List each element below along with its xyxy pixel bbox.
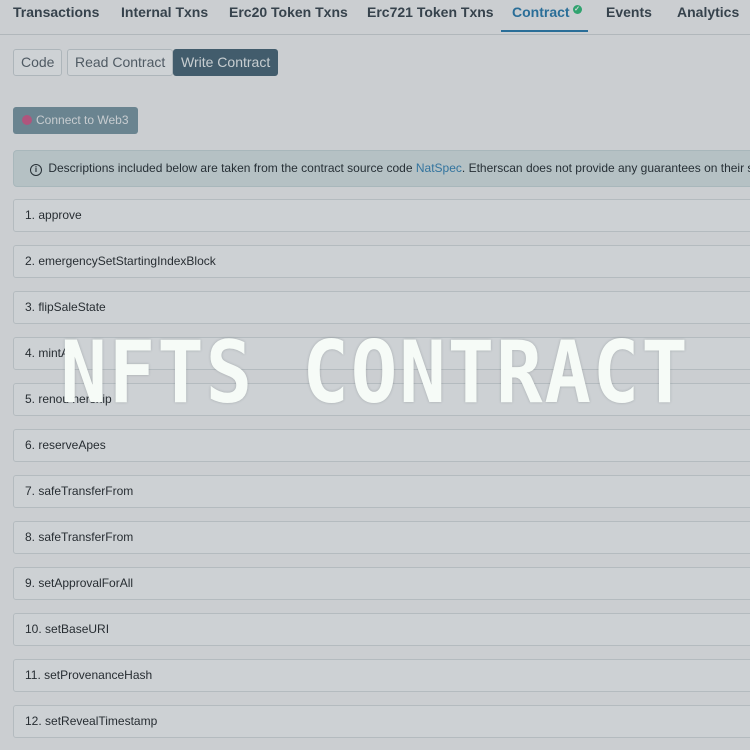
function-row-set-base-uri[interactable]: 10. setBaseURI	[13, 613, 750, 646]
write-contract-button[interactable]: Write Contract	[173, 49, 279, 76]
code-button[interactable]: Code	[13, 49, 63, 76]
tab-analytics[interactable]: Analytics	[677, 0, 739, 34]
tab-erc721-token-txns[interactable]: Erc721 Token Txns	[367, 0, 494, 34]
function-row-approve[interactable]: 1. approve	[13, 199, 750, 232]
tab-contract[interactable]: Contract ✓	[501, 0, 588, 32]
natspec-info-banner: i Descriptions included below are taken …	[13, 150, 750, 187]
tab-erc20-token-txns[interactable]: Erc20 Token Txns	[229, 0, 348, 34]
info-icon: i	[30, 164, 42, 176]
function-row-set-reveal-timestamp[interactable]: 12. setRevealTimestamp	[13, 705, 750, 738]
function-row-set-provenance-hash[interactable]: 11. setProvenanceHash	[13, 659, 750, 692]
function-row-safe-transfer-from-1[interactable]: 7. safeTransferFrom	[13, 475, 750, 508]
function-row-safe-transfer-from-2[interactable]: 8. safeTransferFrom	[13, 521, 750, 554]
tab-events[interactable]: Events	[606, 0, 652, 34]
tab-internal-txns[interactable]: Internal Txns	[121, 0, 208, 34]
function-row-reserve-apes[interactable]: 6. reserveApes	[13, 429, 750, 462]
verified-check-icon: ✓	[572, 5, 582, 14]
connect-web3-button[interactable]: Connect to Web3	[13, 107, 138, 134]
function-row-set-approval-for-all[interactable]: 9. setApprovalForAll	[13, 567, 750, 600]
tab-transactions[interactable]: Transactions	[13, 0, 99, 34]
tab-bar: Transactions Internal Txns Erc20 Token T…	[0, 0, 750, 35]
status-dot-icon	[22, 115, 32, 125]
function-row-emergency-set-starting-index-block[interactable]: 2. emergencySetStartingIndexBlock	[13, 245, 750, 278]
read-contract-button[interactable]: Read Contract	[67, 49, 174, 76]
overlay-title: NFTS CONTRACT	[60, 323, 690, 423]
natspec-link[interactable]: NatSpec	[416, 161, 462, 175]
